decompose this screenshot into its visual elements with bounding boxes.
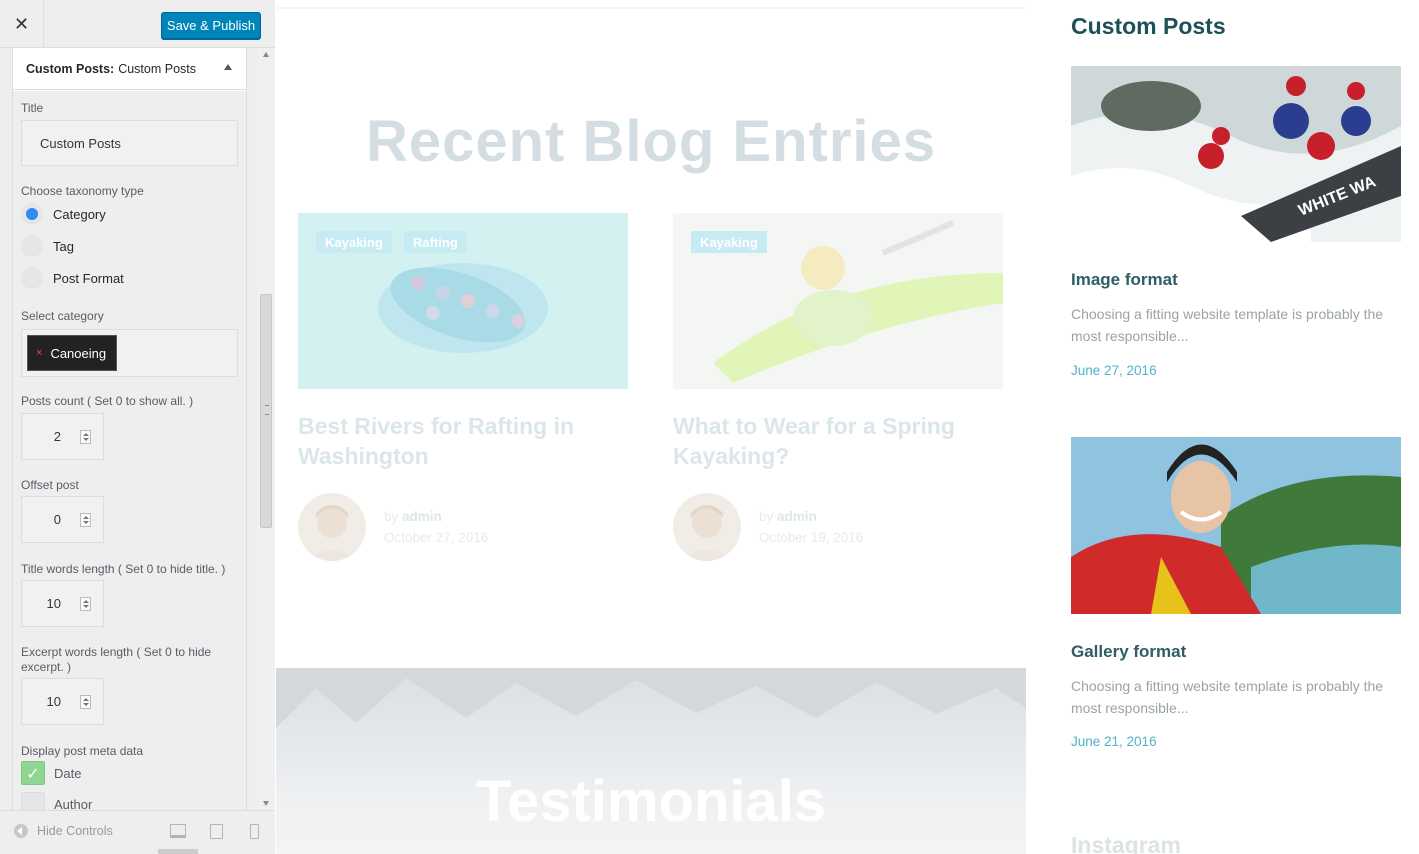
date-checkbox-label: Date <box>54 766 82 781</box>
divider <box>276 7 1026 9</box>
stepper-value: 0 <box>53 512 61 527</box>
excerpt-label: Excerpt words length ( Set 0 to hide exc… <box>21 645 212 674</box>
taxonomy-label: Choose taxonomy type <box>21 184 144 198</box>
radio-category[interactable]: Category <box>21 203 106 225</box>
grip-icon <box>265 405 269 415</box>
widget-post-excerpt: Choosing a fitting website template is p… <box>1071 306 1384 344</box>
radio-post-format[interactable]: Post Format <box>21 267 124 289</box>
sidebar-scrollbar[interactable] <box>258 48 275 810</box>
post-tag[interactable]: Rafting <box>404 231 467 253</box>
sidebar-footer: Hide Controls <box>0 810 275 854</box>
category-label: Select category <box>21 309 104 323</box>
title-label: Title <box>21 101 44 115</box>
widget-panel: Custom Posts: Custom Posts Title Custom … <box>12 48 247 810</box>
widget-image-rafting[interactable]: WHITE WA <box>1071 66 1401 242</box>
author-avatar <box>298 493 366 561</box>
spinner-arrows-icon[interactable] <box>80 430 91 444</box>
blog-heading: Recent Blog Entries <box>365 109 937 174</box>
active-device-indicator <box>158 849 198 854</box>
post-title[interactable]: What to Wear for a Spring Kayaking? <box>673 411 1003 471</box>
customizer-sidebar: ✕ Save & Publish Custom Posts: Custom Po… <box>0 0 275 854</box>
tablet-icon[interactable] <box>210 824 223 839</box>
offset-stepper[interactable]: 0 <box>21 496 104 543</box>
instagram-heading: Instagram <box>1071 832 1181 854</box>
meta-date: October 19, 2016 <box>759 530 864 545</box>
post-meta: by admin October 27, 2016 <box>384 506 488 548</box>
widget-post-title[interactable]: Image format <box>1071 270 1178 290</box>
stepper-value: 10 <box>46 596 61 611</box>
save-publish-button[interactable]: Save & Publish <box>161 12 261 39</box>
desktop-icon[interactable] <box>170 824 186 838</box>
site-preview: Recent Blog Entries Kayaking Rafting Bes… <box>276 0 1419 854</box>
sidebar-header: ✕ Save & Publish <box>0 0 275 48</box>
widget-title-label: Custom Posts <box>118 61 197 76</box>
spinner-arrows-icon[interactable] <box>80 695 91 709</box>
custom-posts-widget: Custom Posts WHITE WA Image format Choos… <box>1071 0 1411 854</box>
widget-post-date[interactable]: June 27, 2016 <box>1071 363 1157 378</box>
category-chip: × Canoeing <box>27 335 117 371</box>
meta-date: October 27, 2016 <box>384 530 489 545</box>
stepper-value: 10 <box>46 694 61 709</box>
remove-chip-icon[interactable]: × <box>36 347 42 359</box>
widget-title: Custom Posts <box>1071 13 1226 39</box>
widget-post-date[interactable]: June 21, 2016 <box>1071 734 1157 749</box>
title-words-stepper[interactable]: 10 <box>21 580 104 627</box>
collapse-icon <box>14 824 28 838</box>
widget-form: Title Custom Posts Choose taxonomy type … <box>13 91 246 810</box>
stepper-value: 2 <box>53 429 61 444</box>
radio-button[interactable] <box>21 267 43 289</box>
widget-type-label: Custom Posts: <box>26 61 115 76</box>
excerpt-words-stepper[interactable]: 10 <box>21 678 104 725</box>
author-avatar <box>673 493 741 561</box>
category-select[interactable]: × Canoeing <box>21 329 238 377</box>
scroll-up-icon[interactable] <box>263 52 269 57</box>
meta-author[interactable]: admin <box>402 509 442 524</box>
date-checkbox[interactable]: ✓ <box>21 761 45 785</box>
collapse-arrow-icon[interactable] <box>224 64 232 70</box>
meta-label: Display post meta data <box>21 744 144 758</box>
radio-label: Category <box>53 206 106 222</box>
testimonials-section: Testimonials <box>276 668 1026 854</box>
author-checkbox[interactable] <box>21 792 45 810</box>
meta-by: by <box>759 509 774 524</box>
widget-panel-header[interactable]: Custom Posts: Custom Posts <box>13 48 246 90</box>
radio-label: Tag <box>53 238 74 254</box>
post-tag[interactable]: Kayaking <box>691 231 767 253</box>
radio-button[interactable] <box>21 235 43 257</box>
posts-count-stepper[interactable]: 2 <box>21 413 104 460</box>
hide-controls-button[interactable]: Hide Controls <box>14 824 113 838</box>
radio-tag[interactable]: Tag <box>21 235 74 257</box>
scrollbar-thumb[interactable] <box>260 294 272 528</box>
author-checkbox-label: Author <box>54 797 93 810</box>
close-icon[interactable]: ✕ <box>0 0 44 48</box>
mobile-icon[interactable] <box>250 824 259 839</box>
testimonials-heading: Testimonials <box>475 769 827 834</box>
offset-label: Offset post <box>21 478 79 492</box>
post-tag[interactable]: Kayaking <box>316 231 392 253</box>
chip-label: Canoeing <box>50 345 107 361</box>
title-words-label: Title words length ( Set 0 to hide title… <box>21 562 226 576</box>
widget-post-title[interactable]: Gallery format <box>1071 642 1186 662</box>
meta-by: by <box>384 509 399 524</box>
widget-image-kayaker[interactable] <box>1071 437 1401 614</box>
post-title[interactable]: Best Rivers for Rafting in Washington <box>298 411 628 471</box>
scroll-down-icon[interactable] <box>263 801 269 806</box>
widget-post-excerpt: Choosing a fitting website template is p… <box>1071 678 1384 716</box>
spinner-arrows-icon[interactable] <box>80 597 91 611</box>
customizer-screen: ✕ Save & Publish Custom Posts: Custom Po… <box>0 0 1419 854</box>
post-meta: by admin October 19, 2016 <box>759 506 863 548</box>
posts-count-label: Posts count ( Set 0 to show all. ) <box>21 394 194 408</box>
meta-author[interactable]: admin <box>777 509 817 524</box>
title-input[interactable]: Custom Posts <box>21 120 238 166</box>
spinner-arrows-icon[interactable] <box>80 513 91 527</box>
radio-button-checked[interactable] <box>21 203 43 225</box>
hide-controls-label: Hide Controls <box>37 824 113 838</box>
radio-label: Post Format <box>53 270 124 286</box>
